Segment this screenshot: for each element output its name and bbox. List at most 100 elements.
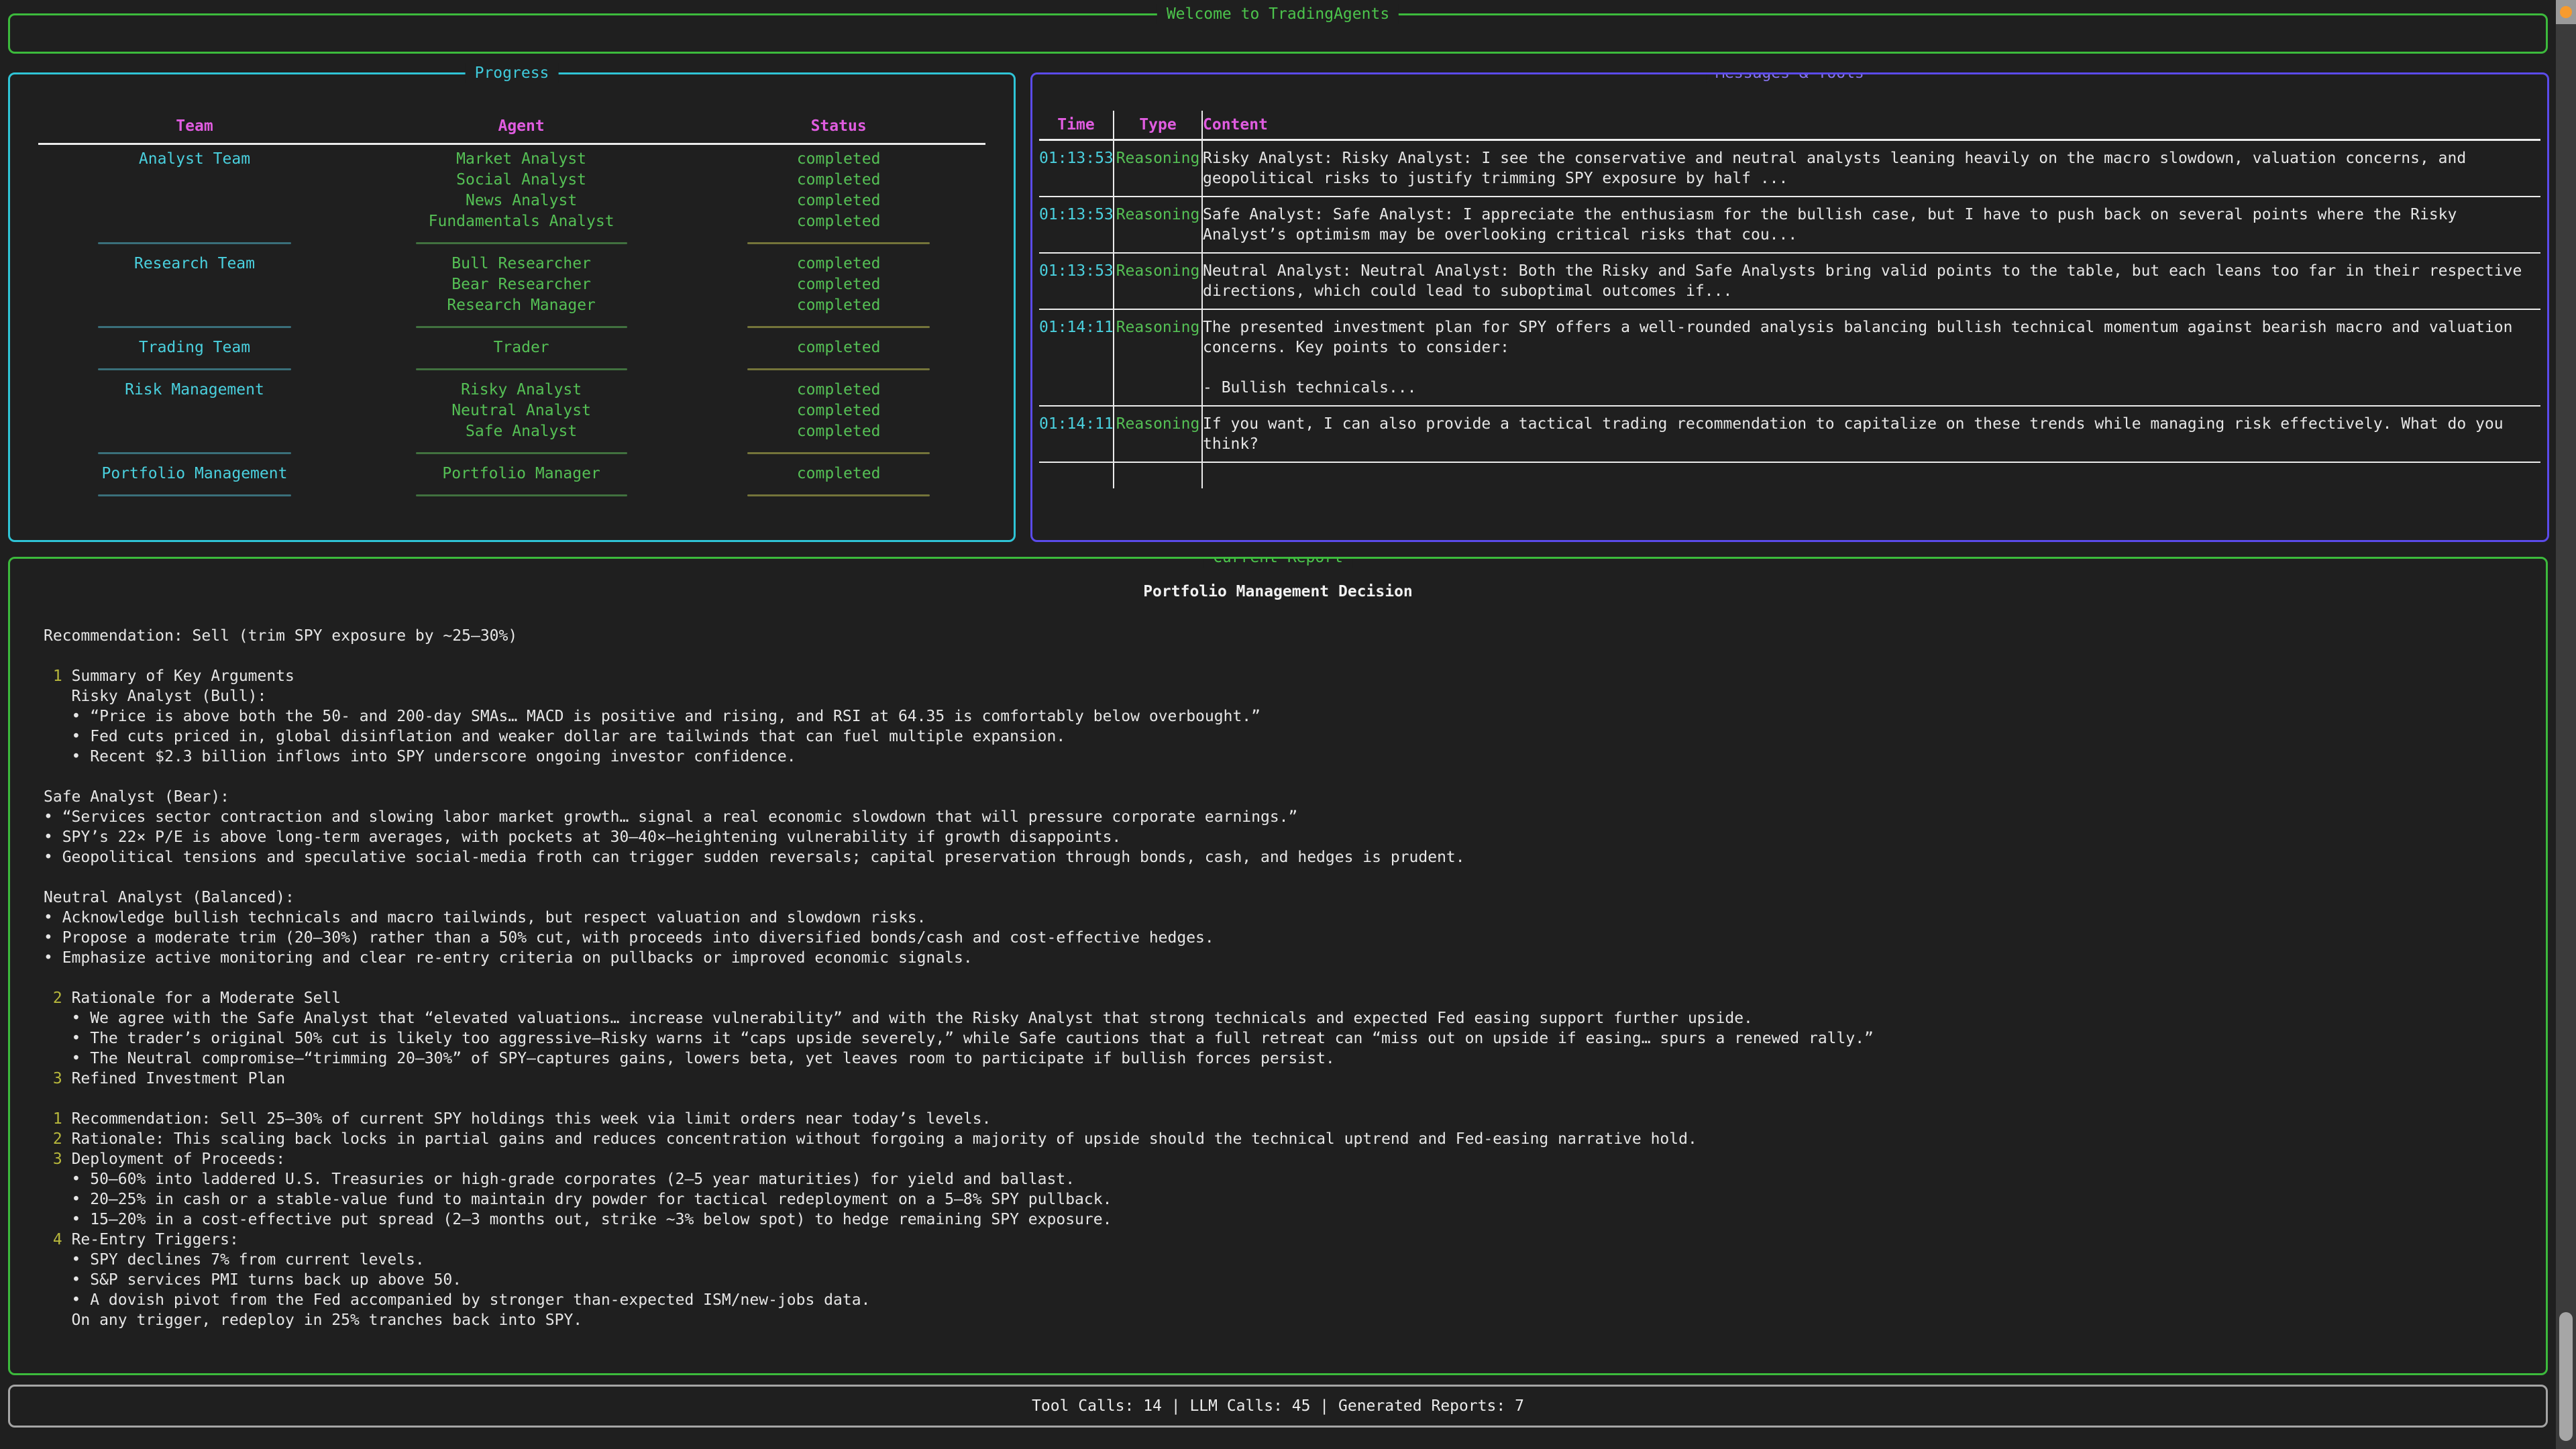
agent-cell: Fundamentals Analyst	[351, 211, 692, 232]
team-cell	[38, 400, 351, 421]
table-row: News Analyst completed	[38, 191, 985, 211]
message-time: 01:13:53	[1039, 254, 1114, 310]
group-separator	[38, 358, 985, 380]
agent-cell: Portfolio Manager	[351, 464, 692, 484]
agent-cell: Trader	[351, 337, 692, 358]
welcome-banner-title: Welcome to TradingAgents	[1157, 4, 1399, 24]
message-row: 01:14:11 Reasoning If you want, I can al…	[1039, 407, 2540, 463]
column-header-agent: Agent	[351, 112, 692, 143]
status-cell: completed	[692, 149, 985, 170]
status-cell: completed	[692, 421, 985, 442]
progress-table-header: Team Agent Status	[38, 112, 985, 145]
team-cell	[38, 170, 351, 191]
agent-cell: Bear Researcher	[351, 274, 692, 295]
messages-table-header: Time Type Content	[1039, 111, 2540, 141]
team-cell: Portfolio Management	[38, 464, 351, 484]
report-line	[44, 646, 2546, 666]
message-time: 01:13:53	[1039, 141, 1114, 197]
progress-panel: Progress Team Agent Status Analyst Team …	[8, 72, 1016, 542]
table-row: Portfolio Management Portfolio Manager c…	[38, 464, 985, 484]
messages-table: Time Type Content 01:13:53 Reasoning Ris…	[1039, 111, 2540, 488]
table-row: Neutral Analyst completed	[38, 400, 985, 421]
report-line: • Emphasize active monitoring and clear …	[44, 948, 2546, 968]
agent-cell: Social Analyst	[351, 170, 692, 191]
team-cell	[38, 191, 351, 211]
status-cell: completed	[692, 254, 985, 274]
report-body: Recommendation: Sell (trim SPY exposure …	[44, 626, 2546, 1330]
column-header-content: Content	[1203, 111, 2540, 141]
progress-table: Team Agent Status Analyst Team Market An…	[38, 112, 985, 506]
report-line: Recommendation: Sell (trim SPY exposure …	[44, 626, 2546, 646]
report-line: Safe Analyst (Bear):	[44, 787, 2546, 807]
report-line: • 20–25% in cash or a stable-value fund …	[44, 1189, 2546, 1210]
report-line: • SPY’s 22× P/E is above long-term avera…	[44, 827, 2546, 847]
report-line	[44, 867, 2546, 888]
agent-cell: Market Analyst	[351, 149, 692, 170]
stats-text: Tool Calls: 14 | LLM Calls: 45 | Generat…	[1032, 1397, 1524, 1415]
message-row: 01:13:53 Reasoning Safe Analyst: Safe An…	[1039, 197, 2540, 254]
agent-cell: Bull Researcher	[351, 254, 692, 274]
report-line: • SPY declines 7% from current levels.	[44, 1250, 2546, 1270]
agent-cell: Risky Analyst	[351, 380, 692, 400]
table-row: Social Analyst completed	[38, 170, 985, 191]
report-line: Risky Analyst (Bull):	[44, 686, 2546, 706]
status-cell: completed	[692, 170, 985, 191]
scrollbar-top-button[interactable]	[2556, 0, 2576, 24]
message-type: Reasoning	[1114, 141, 1203, 197]
report-line: 1 Recommendation: Sell 25–30% of current…	[44, 1109, 2546, 1129]
table-row: Trading Team Trader completed	[38, 337, 985, 358]
messages-panel: Messages & Tools Time Type Content 01:13…	[1030, 72, 2549, 542]
orange-dot-icon	[2560, 6, 2572, 18]
message-content: If you want, I can also provide a tactic…	[1203, 407, 2540, 463]
report-line: • We agree with the Safe Analyst that “e…	[44, 1008, 2546, 1028]
column-header-type: Type	[1114, 111, 1203, 141]
table-row: Analyst Team Market Analyst completed	[38, 149, 985, 170]
report-line: • 50–60% into laddered U.S. Treasuries o…	[44, 1169, 2546, 1189]
scrollbar-thumb[interactable]	[2559, 1312, 2573, 1441]
messages-table-tail	[1039, 463, 2540, 488]
report-line	[44, 767, 2546, 787]
group-separator	[38, 442, 985, 464]
messages-panel-title: Messages & Tools	[1706, 72, 1874, 83]
group-separator	[38, 316, 985, 337]
progress-panel-title: Progress	[466, 63, 559, 83]
report-line: • Propose a moderate trim (20–30%) rathe…	[44, 928, 2546, 948]
message-time: 01:14:11	[1039, 310, 1114, 407]
table-row: Research Manager completed	[38, 295, 985, 316]
column-header-status: Status	[692, 112, 985, 143]
report-line: • Acknowledge bullish technicals and mac…	[44, 908, 2546, 928]
report-line: • “Services sector contraction and slowi…	[44, 807, 2546, 827]
team-cell	[38, 211, 351, 232]
message-type: Reasoning	[1114, 407, 1203, 463]
message-content: The presented investment plan for SPY of…	[1203, 310, 2540, 407]
message-content: Safe Analyst: Safe Analyst: I appreciate…	[1203, 197, 2540, 254]
table-row: Bear Researcher completed	[38, 274, 985, 295]
status-cell: completed	[692, 464, 985, 484]
report-line: • Recent $2.3 billion inflows into SPY u…	[44, 747, 2546, 767]
report-line: 2 Rationale for a Moderate Sell	[44, 988, 2546, 1008]
table-row: Fundamentals Analyst completed	[38, 211, 985, 232]
table-row: Research Team Bull Researcher completed	[38, 254, 985, 274]
column-header-team: Team	[38, 112, 351, 143]
scrollbar-track[interactable]	[2556, 0, 2576, 1449]
status-cell: completed	[692, 380, 985, 400]
group-separator	[38, 484, 985, 506]
status-cell: completed	[692, 211, 985, 232]
status-cell: completed	[692, 400, 985, 421]
message-type: Reasoning	[1114, 254, 1203, 310]
status-cell: completed	[692, 274, 985, 295]
report-line: • Fed cuts priced in, global disinflatio…	[44, 727, 2546, 747]
report-heading: Portfolio Management Decision	[10, 582, 2546, 602]
message-type: Reasoning	[1114, 310, 1203, 407]
team-cell	[38, 274, 351, 295]
message-row: 01:13:53 Reasoning Risky Analyst: Risky …	[1039, 141, 2540, 197]
message-content: Risky Analyst: Risky Analyst: I see the …	[1203, 141, 2540, 197]
report-line: • A dovish pivot from the Fed accompanie…	[44, 1290, 2546, 1310]
report-line: • “Price is above both the 50- and 200-d…	[44, 706, 2546, 727]
current-report-panel: Current Report Portfolio Management Deci…	[8, 557, 2548, 1375]
message-type: Reasoning	[1114, 197, 1203, 254]
table-row: Risk Management Risky Analyst completed	[38, 380, 985, 400]
welcome-banner: Welcome to TradingAgents	[8, 13, 2548, 54]
report-line: On any trigger, redeploy in 25% tranches…	[44, 1310, 2546, 1330]
message-content: Neutral Analyst: Neutral Analyst: Both t…	[1203, 254, 2540, 310]
